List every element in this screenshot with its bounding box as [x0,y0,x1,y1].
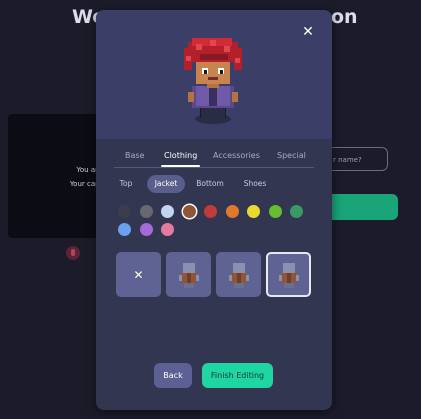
avatar-sprite [184,38,242,124]
color-swatch[interactable] [182,205,196,218]
subtab-jacket[interactable]: Jacket [147,175,185,193]
subtab-bottom[interactable]: Bottom [194,175,226,193]
color-swatch[interactable] [247,205,260,218]
color-swatch[interactable] [161,223,174,236]
color-swatch[interactable] [139,205,153,218]
subcategory-tabs: Top Jacket Bottom Shoes [114,175,314,193]
color-swatch[interactable] [118,223,131,236]
finish-editing-button[interactable]: Finish Editing [202,363,273,388]
item-tile[interactable] [166,252,211,297]
subtab-top[interactable]: Top [116,175,136,193]
close-icon[interactable]: ✕ [301,25,315,39]
color-swatch[interactable] [161,205,174,218]
tab-accessories[interactable]: Accessories [213,151,260,165]
tab-base[interactable]: Base [125,151,144,165]
item-tile[interactable]: ✕ [116,252,161,297]
color-swatch[interactable] [139,223,153,236]
video-preview: You ar Your car [8,114,104,238]
tab-special[interactable]: Special [277,151,306,165]
heading-right-text: on [331,6,358,28]
avatar-preview: ✕ [96,10,332,139]
video-preview-line2: Your car [69,180,98,188]
back-button[interactable]: Back [154,363,192,388]
jacket-variant-2-icon [228,262,249,288]
color-swatch[interactable] [290,205,303,218]
video-preview-line1: You ar [76,166,98,174]
mic-off-icon[interactable] [66,246,80,260]
category-tabs: Base Clothing Accessories Special [114,151,314,168]
jacket-variant-3-icon [278,262,299,288]
name-input[interactable]: r name? [326,147,388,171]
join-button[interactable] [326,194,398,220]
avatar-editor-modal: ✕ Base Clothing Accessories Special Top … [96,10,332,410]
item-tile[interactable] [216,252,261,297]
subtab-shoes[interactable]: Shoes [242,175,268,193]
none-x-icon: ✕ [133,267,144,282]
jacket-variant-1-icon [178,262,199,288]
item-tile[interactable] [266,252,311,297]
tab-clothing[interactable]: Clothing [160,151,201,167]
color-swatch[interactable] [118,205,131,218]
color-swatch[interactable] [204,205,217,218]
color-swatch[interactable] [268,205,282,218]
color-swatch[interactable] [225,205,239,218]
